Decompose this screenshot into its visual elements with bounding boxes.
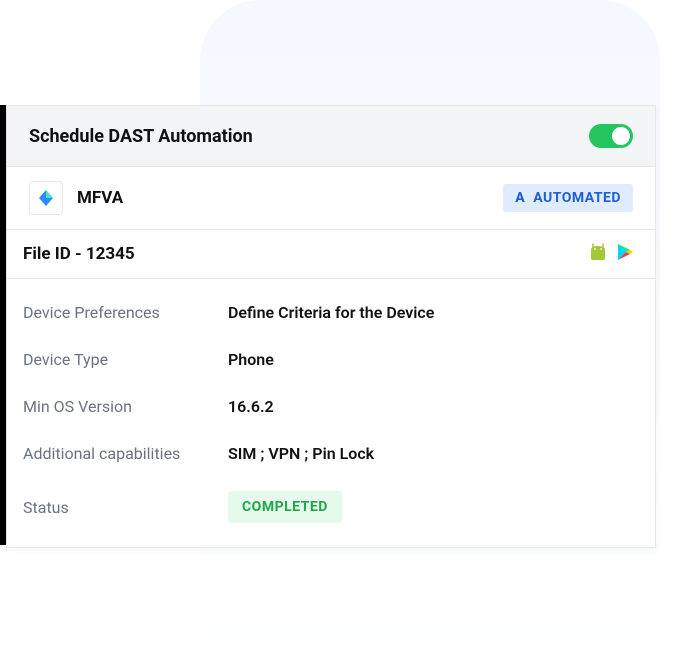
label-min-os: Min OS Version — [23, 397, 228, 416]
android-icon — [589, 242, 607, 266]
row-min-os: Min OS Version 16.6.2 — [7, 383, 655, 430]
card-title: Schedule DAST Automation — [29, 126, 253, 147]
details-section: Device Preferences Define Criteria for t… — [7, 279, 655, 547]
label-device-preferences: Device Preferences — [23, 303, 228, 322]
status-badge: COMPLETED — [228, 491, 342, 523]
file-id-row: File ID - 12345 — [7, 230, 655, 279]
automation-toggle[interactable] — [589, 124, 633, 148]
value-min-os: 16.6.2 — [228, 397, 274, 416]
card-header: Schedule DAST Automation — [7, 106, 655, 167]
value-device-type: Phone — [228, 350, 274, 369]
badge-prefix: A — [515, 190, 525, 206]
label-capabilities: Additional capabilities — [23, 444, 228, 463]
status-badge-wrapper: COMPLETED — [228, 491, 342, 523]
file-id-value: 12345 — [86, 244, 135, 264]
row-device-type: Device Type Phone — [7, 336, 655, 383]
decorative-black-bar — [0, 105, 6, 545]
app-icon — [29, 181, 63, 215]
row-capabilities: Additional capabilities SIM ; VPN ; Pin … — [7, 430, 655, 477]
play-store-icon — [617, 243, 633, 265]
dast-automation-card: Schedule DAST Automation MFVA A AUTOMATE… — [6, 105, 656, 548]
automated-badge: A AUTOMATED — [503, 184, 633, 212]
platform-icons — [589, 242, 633, 266]
file-id-label: File ID - — [23, 244, 86, 264]
toggle-knob — [612, 127, 630, 145]
value-capabilities: SIM ; VPN ; Pin Lock — [228, 444, 374, 463]
label-status: Status — [23, 498, 228, 517]
app-row: MFVA A AUTOMATED — [7, 167, 655, 230]
row-status: Status COMPLETED — [7, 477, 655, 537]
file-id-text: File ID - 12345 — [23, 244, 135, 264]
value-device-preferences: Define Criteria for the Device — [228, 303, 434, 322]
app-left: MFVA — [29, 181, 123, 215]
app-name: MFVA — [77, 188, 123, 208]
label-device-type: Device Type — [23, 350, 228, 369]
badge-label: AUTOMATED — [533, 190, 621, 206]
row-device-preferences: Device Preferences Define Criteria for t… — [7, 289, 655, 336]
